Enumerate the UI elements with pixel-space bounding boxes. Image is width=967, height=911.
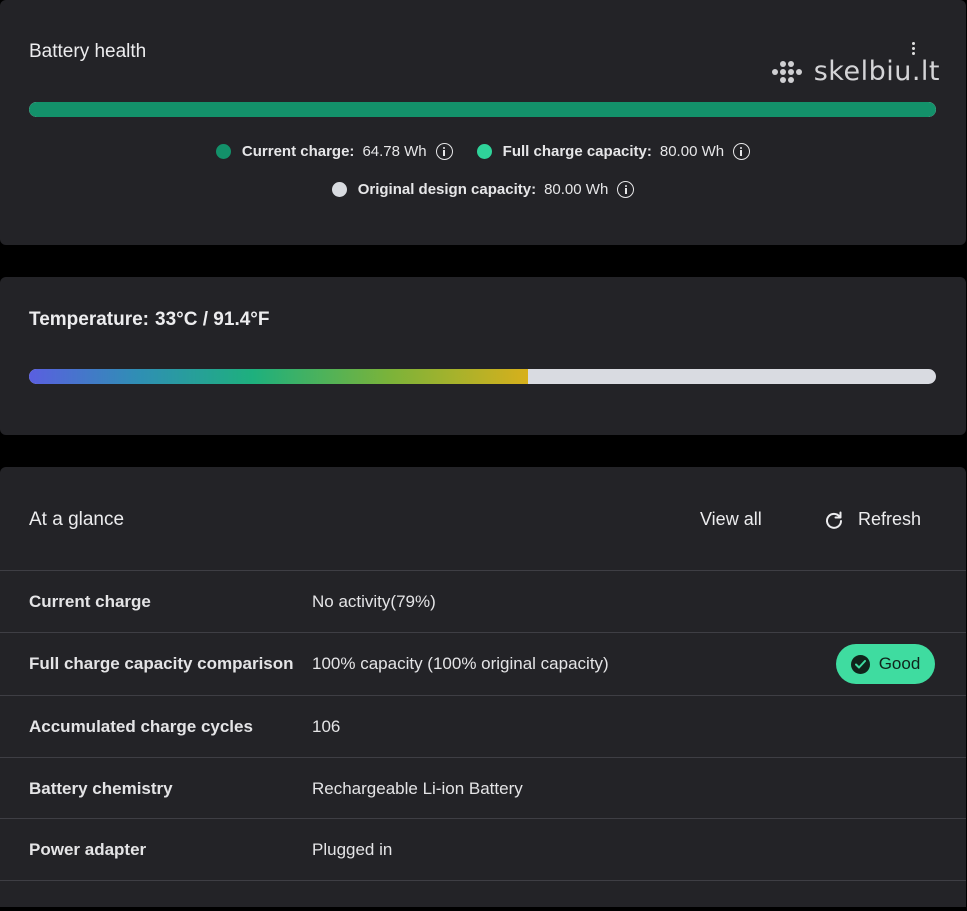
row-label: Full charge capacity comparison (29, 654, 294, 673)
legend-design-capacity: Original design capacity: 80.00 Wh (331, 181, 635, 198)
battery-legend-row: Current charge: 64.78 Wh Full charge cap… (0, 143, 966, 160)
glance-row-power-adapter: Power adapter Plugged in (0, 818, 966, 880)
watermark-logo: skelbiu.lt (771, 56, 940, 87)
refresh-icon (826, 511, 842, 529)
view-all-button[interactable]: View all (700, 509, 762, 530)
row-label: Battery chemistry (29, 779, 173, 798)
refresh-button[interactable]: Refresh (824, 509, 921, 530)
legend-dot-full (476, 144, 492, 159)
glance-row-charge-cycles: Accumulated charge cycles 106 (0, 695, 966, 758)
legend-value: 80.00 Wh (659, 143, 725, 160)
temperature-heading: Temperature: 33°C / 91.4°F (29, 309, 270, 331)
legend-label: Current charge: (241, 143, 355, 160)
temperature-bar (29, 369, 936, 384)
row-value: No activity(79%) (312, 592, 436, 611)
legend-full-capacity: Full charge capacity: 80.00 Wh (476, 143, 751, 160)
battery-health-bar (29, 102, 936, 117)
temperature-label: Temperature: (29, 309, 150, 330)
battery-health-bar-fill (29, 102, 936, 117)
status-badge-label: Good (878, 654, 921, 673)
battery-legend-row: Original design capacity: 80.00 Wh (0, 181, 966, 198)
battery-health-title: Battery health (29, 41, 147, 62)
glance-row-battery-chemistry: Battery chemistry Rechargeable Li-ion Ba… (0, 757, 966, 820)
legend-dot-design (331, 182, 347, 197)
row-value: 106 (312, 717, 341, 736)
battery-health-card: Battery health skelbiu.lt Current charge… (0, 0, 966, 245)
legend-current-charge: Current charge: 64.78 Wh (215, 143, 453, 160)
watermark-dots-icon (771, 59, 804, 85)
temperature-bar-fill (29, 369, 528, 384)
temperature-value: 33°C / 91.4°F (155, 309, 270, 330)
check-circle-icon (850, 654, 870, 674)
at-a-glance-card: At a glance View all Refresh Current cha… (0, 467, 966, 907)
row-label: Power adapter (29, 839, 147, 859)
row-label: Current charge (29, 592, 151, 611)
legend-value: 80.00 Wh (544, 181, 609, 198)
refresh-label: Refresh (858, 509, 922, 529)
info-icon[interactable] (435, 143, 453, 160)
legend-value: 64.78 Wh (362, 143, 427, 160)
row-value: 100% capacity (100% original capacity) (312, 654, 609, 673)
info-icon[interactable] (733, 143, 751, 160)
glance-row-capacity-comparison: Full charge capacity comparison 100% cap… (0, 632, 966, 695)
watermark-text: skelbiu.lt (813, 56, 940, 87)
info-icon[interactable] (617, 181, 635, 198)
glance-row-current-charge: Current charge No activity(79%) (0, 570, 966, 633)
legend-label: Original design capacity: (357, 181, 537, 198)
legend-label: Full charge capacity: (502, 143, 652, 160)
row-value: Plugged in (312, 839, 393, 859)
status-badge: Good (836, 644, 935, 684)
row-label: Accumulated charge cycles (29, 717, 253, 736)
temperature-card (0, 277, 966, 435)
row-value: Rechargeable Li-ion Battery (312, 779, 523, 798)
at-a-glance-title: At a glance (29, 509, 125, 530)
legend-dot-current (215, 144, 231, 159)
glance-row-divider (0, 880, 966, 911)
